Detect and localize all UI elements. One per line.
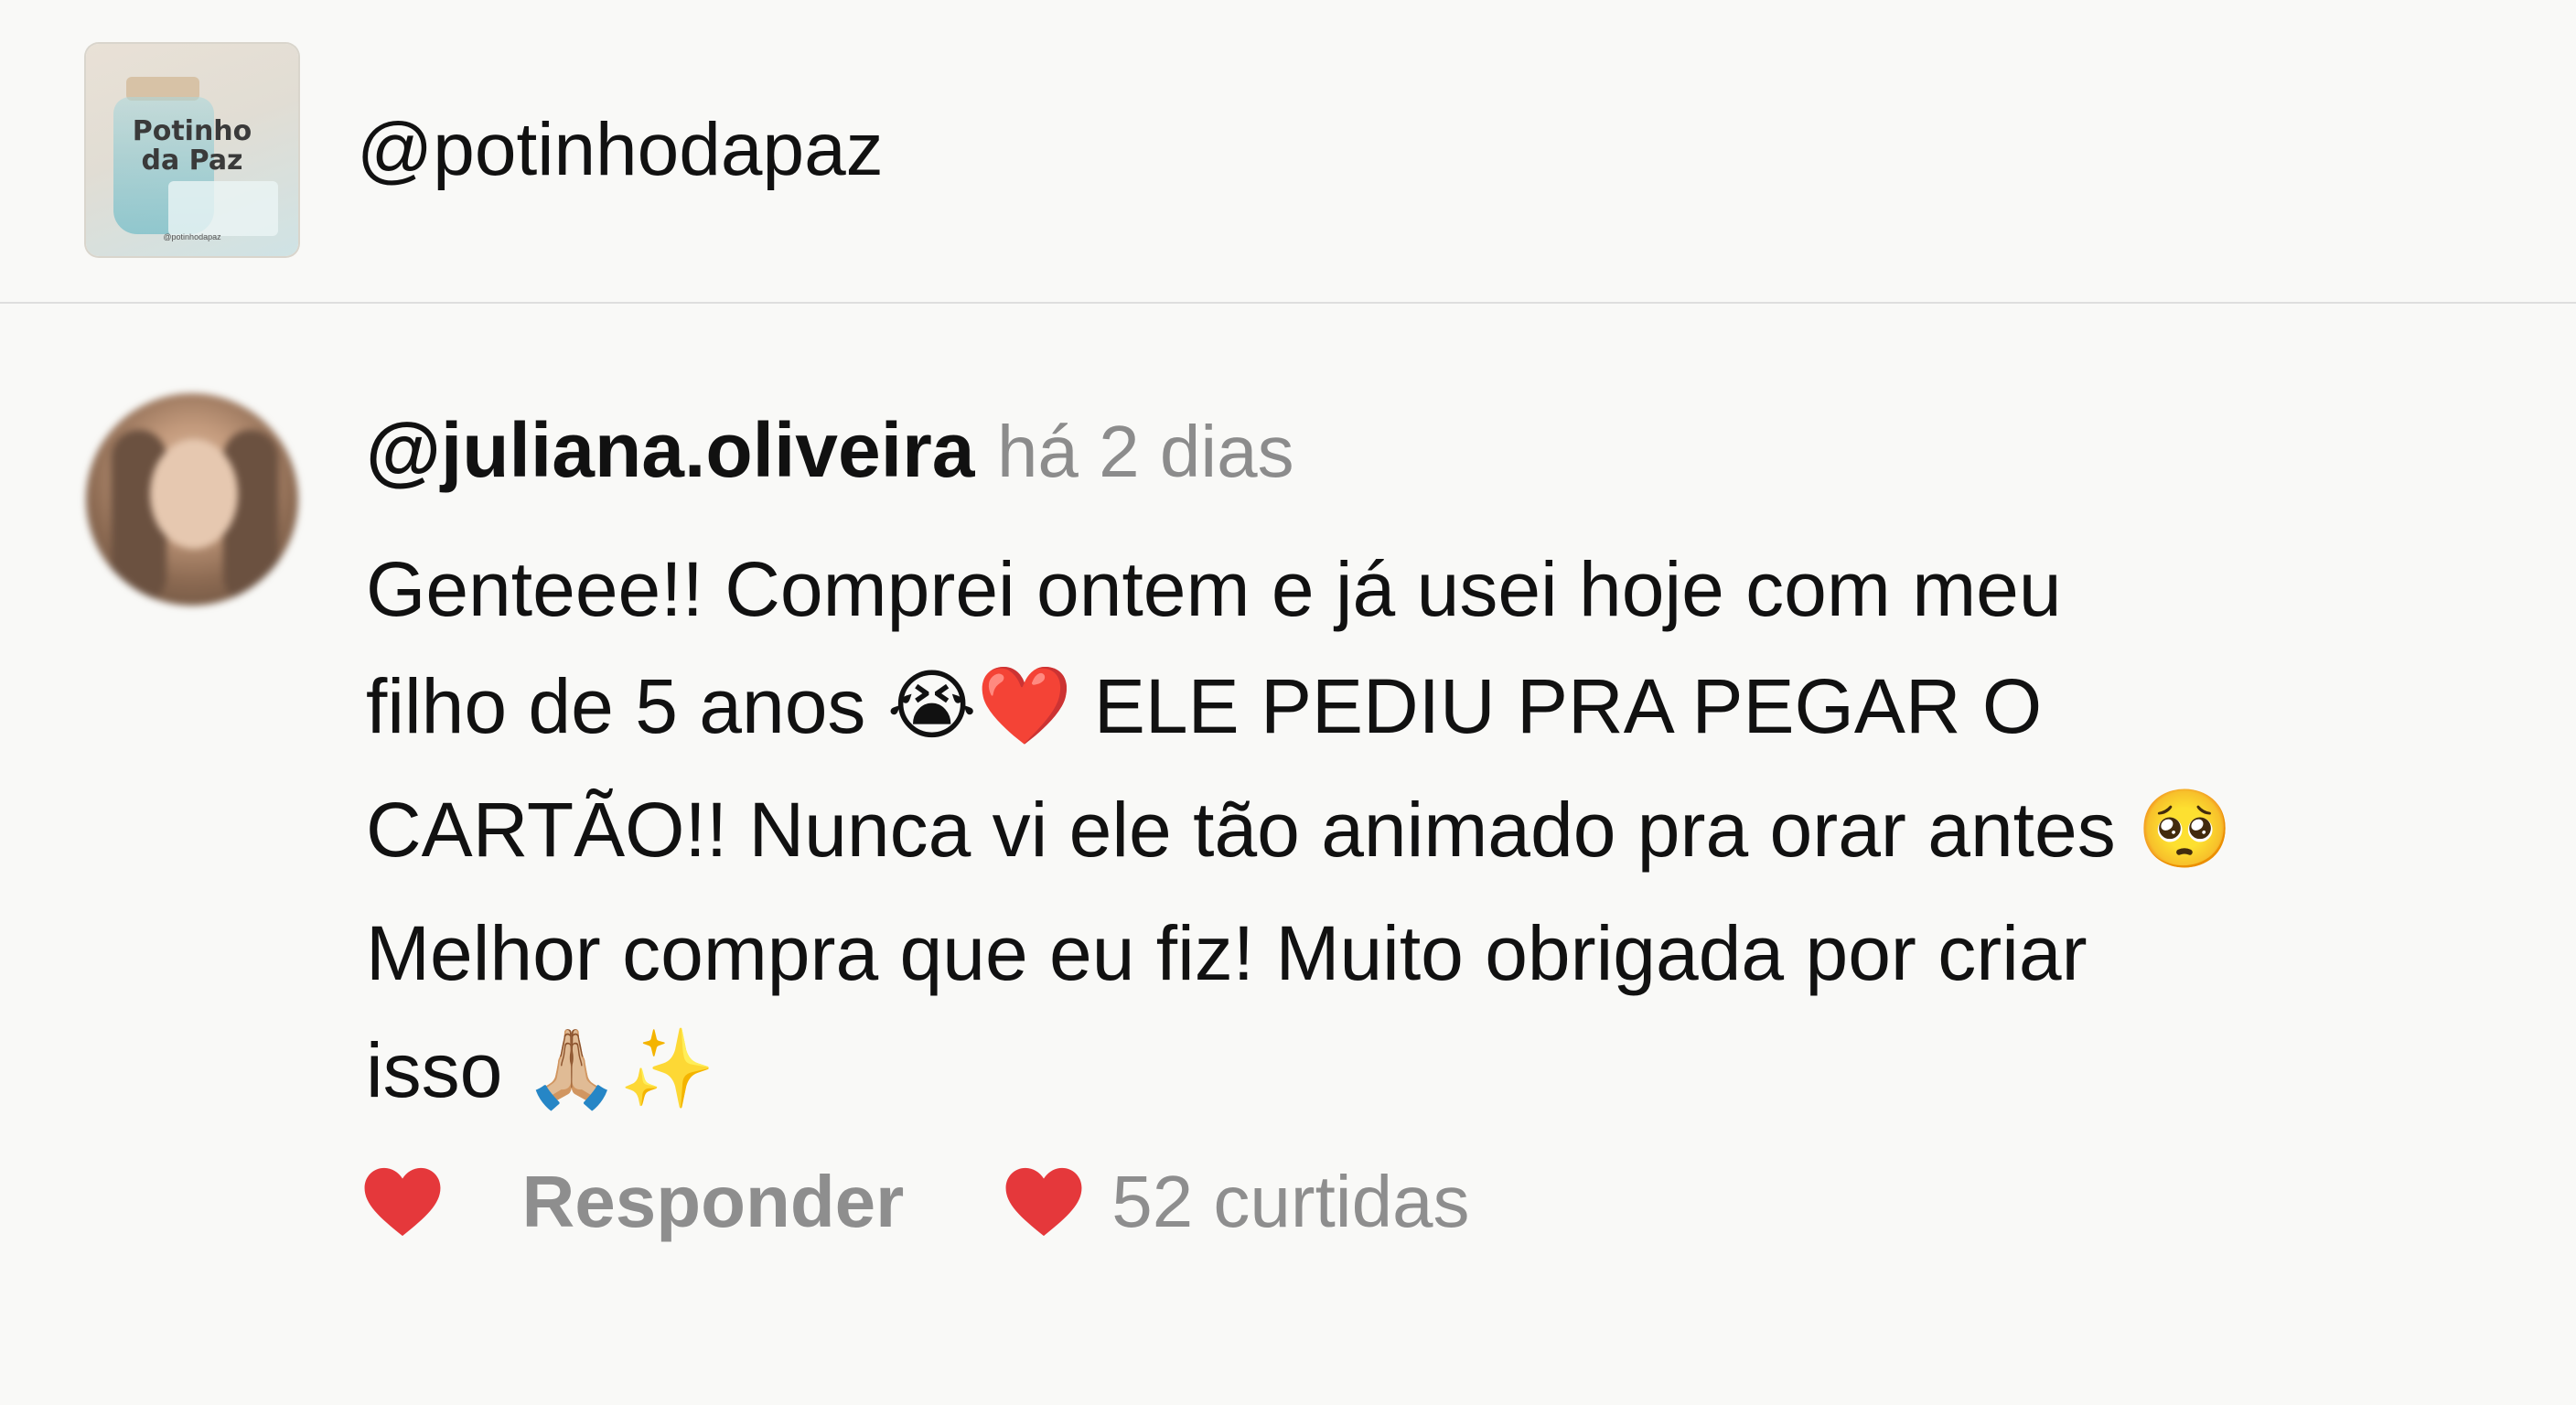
crying-face-icon: 😭: [886, 661, 977, 748]
comment-line-1-text: Genteee!! Comprei ontem e já usei hoje c…: [366, 546, 2062, 632]
comment-header: @juliana.oliveira há 2 dias: [366, 402, 1294, 520]
comment-line-4: Melhor compra que eu fiz! Muito obrigada…: [366, 895, 2552, 1012]
avatar-face: [150, 439, 238, 549]
commenter-avatar[interactable]: [86, 393, 298, 606]
comment-line-1: Genteee!! Comprei ontem e já usei hoje c…: [366, 531, 2552, 648]
comment-line-5-text: isso: [366, 1026, 503, 1113]
pleading-face-icon: 🥺: [2137, 785, 2233, 872]
header-divider: [0, 302, 2576, 304]
comment-timestamp: há 2 dias: [996, 411, 1294, 492]
logo-wordmark: Potinho da Paz: [86, 117, 298, 176]
likes-count[interactable]: 52 curtidas: [1111, 1160, 1469, 1244]
card-graphic: [168, 181, 278, 236]
comment-line-2-text: filho de 5 anos: [366, 663, 866, 749]
logo-wordmark-line2: da Paz: [141, 145, 243, 177]
red-heart-icon: ❤️: [976, 661, 1073, 748]
sparkles-icon: ✨: [619, 1025, 715, 1112]
comment-line-4-text: Melhor compra que eu fiz! Muito obrigada…: [366, 909, 2088, 996]
comment-line-3-text: CARTÃO!! Nunca vi ele tão animado pra or…: [366, 786, 2116, 873]
comment-line-3: CARTÃO!! Nunca vi ele tão animado pra or…: [366, 771, 2552, 895]
likes-heart-icon[interactable]: [1004, 1165, 1084, 1239]
brand-logo[interactable]: Potinho da Paz @potinhodapaz: [86, 44, 298, 256]
comment-actions: Responder 52 curtidas: [362, 1160, 1470, 1260]
praying-hands-icon: 🙏🏼: [523, 1025, 620, 1112]
logo-wordmark-line1: Potinho: [132, 115, 252, 147]
like-heart-icon[interactable]: [362, 1165, 443, 1239]
likes-heart-shape: [1005, 1167, 1082, 1237]
reply-button[interactable]: Responder: [521, 1160, 904, 1244]
like-heart-shape: [364, 1167, 441, 1237]
logo-small-handle: @potinhodapaz: [163, 232, 221, 241]
comment-text: Genteee!! Comprei ontem e já usei hoje c…: [366, 531, 2552, 1134]
comment-line-2: filho de 5 anos 😭❤️ ELE PEDIU PRA PEGAR …: [366, 648, 2552, 771]
commenter-username[interactable]: @juliana.oliveira: [366, 407, 974, 493]
comment-line-5: isso 🙏🏼✨: [366, 1012, 2552, 1135]
comment-line-2-caps: ELE PEDIU PRA PEGAR O: [1093, 663, 2043, 749]
profile-header: Potinho da Paz @potinhodapaz @potinhodap…: [0, 0, 2576, 302]
account-handle[interactable]: @potinhodapaz: [357, 106, 884, 194]
